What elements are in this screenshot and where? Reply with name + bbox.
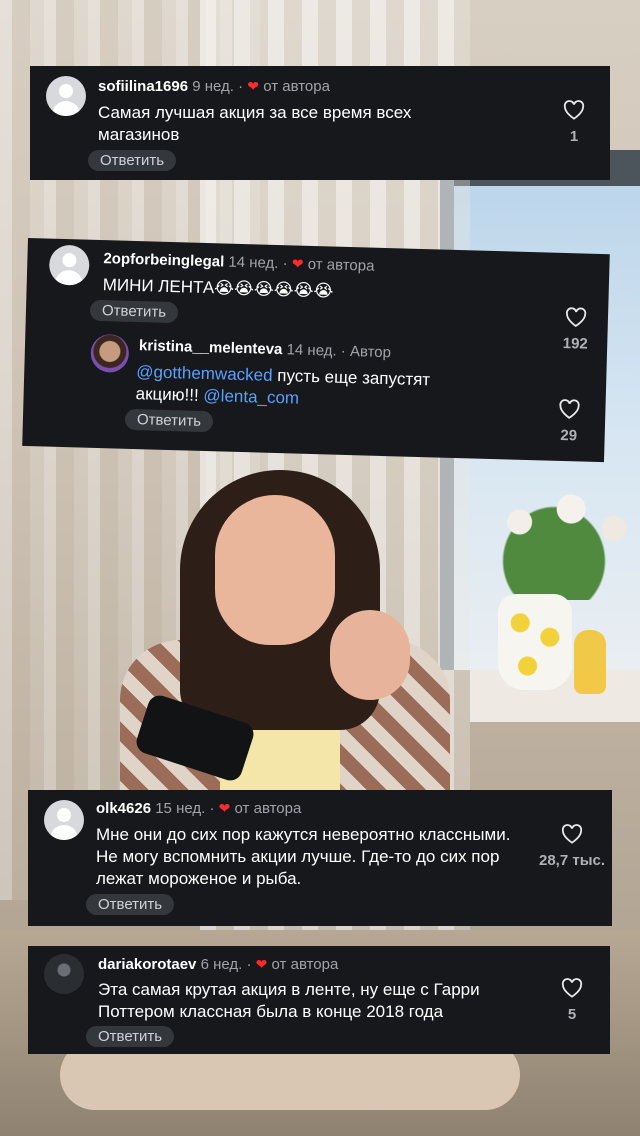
like-button[interactable]: 29	[548, 399, 589, 445]
comment-meta: olk4626 15 нед. · ❤ от автора	[96, 800, 301, 817]
comment-text: Мне они до сих пор кажутся невероятно кл…	[96, 825, 511, 888]
reply-button[interactable]: Ответить	[86, 894, 175, 915]
author-badge: от автора	[234, 800, 302, 817]
author-badge: от автора	[271, 956, 339, 973]
like-count: 5	[567, 1006, 577, 1023]
heart-outline-icon	[566, 307, 587, 328]
username[interactable]: dariakorotaev	[98, 956, 196, 973]
reply-button[interactable]: Ответить	[86, 1026, 175, 1047]
comment-meta: sofiilina1696 9 нед. · ❤ от автора	[98, 78, 330, 95]
separator: ·	[340, 342, 347, 360]
yellow-vase	[574, 630, 606, 694]
comment-time: 14 нед.	[228, 253, 279, 273]
avatar[interactable]	[48, 244, 90, 286]
author-label: Автор	[349, 343, 392, 362]
comment-text: Самая лучшая акция за все время всех маг…	[98, 103, 412, 144]
reply-text: @gotthemwacked пусть еще запустят акцию!…	[135, 361, 496, 415]
username[interactable]: sofiilina1696	[98, 78, 188, 95]
avatar[interactable]	[46, 76, 86, 116]
comment-time: 15 нед.	[155, 800, 206, 817]
heart-outline-icon	[559, 399, 580, 419]
red-heart-icon: ❤	[255, 956, 268, 972]
comment-card: 2opforbeinglegal 14 нед. · ❤ от автора М…	[22, 238, 610, 463]
username[interactable]: 2opforbeinglegal	[103, 250, 224, 270]
person-face	[215, 495, 335, 645]
red-heart-icon: ❤	[247, 78, 260, 94]
heart-outline-icon	[561, 824, 583, 844]
like-button[interactable]: 5	[552, 978, 592, 1023]
comment-text: Эта самая крутая акция в ленте, ну еще с…	[98, 980, 480, 1021]
like-button[interactable]: 28,7 тыс.	[532, 824, 612, 869]
like-count: 192	[562, 334, 589, 353]
like-count: 28,7 тыс.	[538, 852, 606, 869]
like-count: 1	[569, 128, 579, 145]
comment-card: olk4626 15 нед. · ❤ от автора Мне они до…	[28, 790, 612, 926]
person-hand	[330, 610, 410, 700]
comment-text-main: МИНИ ЛЕНТА	[102, 275, 215, 298]
heart-outline-icon	[563, 100, 585, 120]
comment-card: dariakorotaev 6 нед. · ❤ от автора Эта с…	[28, 946, 610, 1054]
author-badge: от автора	[263, 78, 330, 95]
red-heart-icon: ❤	[218, 800, 231, 816]
like-count: 29	[560, 426, 578, 445]
like-button[interactable]: 192	[555, 307, 596, 353]
reply-username[interactable]: kristina__melenteva	[139, 337, 283, 358]
reply-button[interactable]: Ответить	[89, 299, 179, 324]
separator: ·	[246, 956, 252, 973]
comment-meta: dariakorotaev 6 нед. · ❤ от автора	[98, 956, 338, 973]
reply-avatar[interactable]	[90, 333, 130, 373]
reply-button[interactable]: Ответить	[124, 408, 214, 433]
author-badge: от автора	[307, 255, 375, 275]
avatar[interactable]	[44, 954, 84, 994]
username[interactable]: olk4626	[96, 800, 151, 817]
flowers	[468, 470, 640, 600]
like-button[interactable]: 1	[554, 100, 594, 145]
reply-meta: kristina__melenteva 14 нед. · Автор	[139, 337, 391, 361]
mention-link[interactable]: @lenta_com	[203, 386, 299, 408]
separator: ·	[209, 800, 215, 817]
heart-outline-icon	[561, 978, 583, 998]
mention-link[interactable]: @gotthemwacked	[136, 362, 273, 385]
separator: ·	[238, 78, 244, 95]
comment-card: sofiilina1696 9 нед. · ❤ от автора Самая…	[30, 66, 610, 180]
red-heart-icon: ❤	[291, 255, 304, 272]
avatar[interactable]	[44, 800, 84, 840]
comment-meta: 2opforbeinglegal 14 нед. · ❤ от автора	[103, 250, 374, 275]
lemon-vase	[498, 594, 572, 690]
reply-time: 14 нед.	[286, 341, 337, 360]
separator: ·	[282, 255, 288, 273]
emoji-group: 😭😭😭😭😭😭	[213, 278, 334, 301]
reply-text-part: акцию!!!	[135, 384, 199, 405]
reply-text-part: пусть еще запустят	[277, 366, 431, 390]
reply-button[interactable]: Ответить	[88, 150, 177, 171]
comment-time: 6 нед.	[200, 956, 243, 973]
comment-time: 9 нед.	[192, 78, 234, 95]
